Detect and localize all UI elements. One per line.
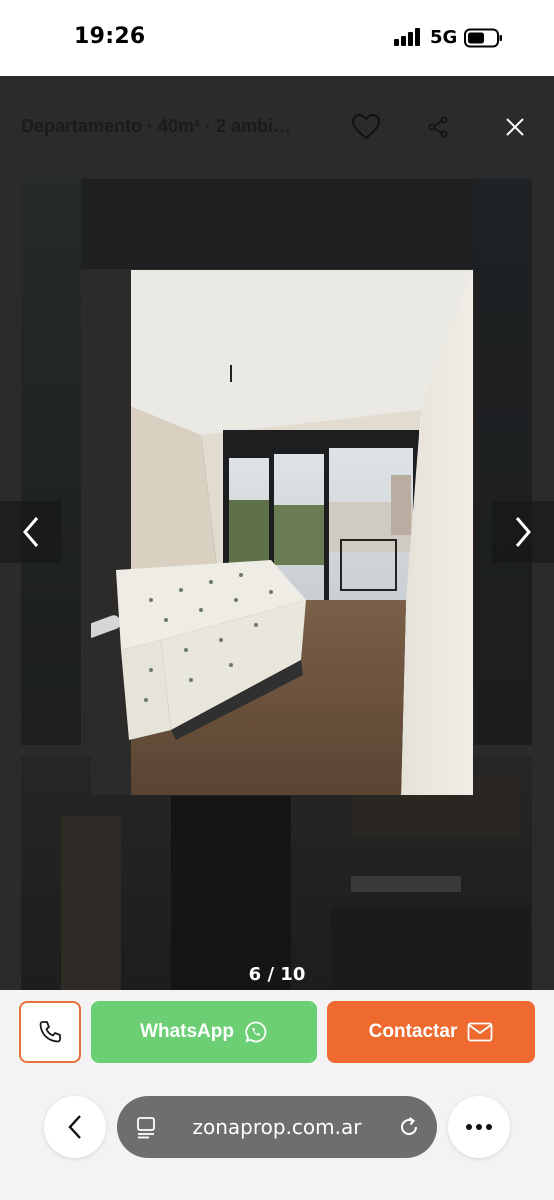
reload-icon[interactable]: [397, 1115, 421, 1139]
ellipsis-icon: [466, 1124, 492, 1130]
close-icon: [506, 118, 524, 136]
battery-icon: [464, 28, 502, 48]
url-text: zonaprop.com.ar: [192, 1115, 362, 1139]
chevron-left-icon: [68, 1115, 81, 1139]
phone-icon: [39, 1021, 61, 1043]
address-bar[interactable]: zonaprop.com.ar: [117, 1096, 437, 1158]
chevron-right-icon: [515, 517, 531, 547]
cellular-signal-icon: [394, 28, 422, 46]
whatsapp-icon: [245, 1021, 267, 1043]
whatsapp-button[interactable]: WhatsApp: [91, 1001, 317, 1063]
heart-icon: [351, 113, 381, 140]
contact-button[interactable]: Contactar: [327, 1001, 535, 1063]
more-options-button[interactable]: [448, 1096, 510, 1158]
share-button[interactable]: [421, 110, 455, 144]
previous-photo-button[interactable]: [0, 501, 62, 563]
contact-button-label: Contactar: [368, 1021, 458, 1042]
close-button[interactable]: [498, 110, 532, 144]
envelope-icon: [467, 1022, 493, 1042]
network-type: 5G: [430, 27, 458, 48]
listing-title: Departamento · 40m² · 2 ambi…: [21, 116, 292, 136]
photo-gallery: Departamento · 40m² · 2 ambi… 6 / 10: [0, 76, 554, 990]
main-listing-photo[interactable]: [81, 270, 473, 795]
call-button[interactable]: [19, 1001, 81, 1063]
gallery-header: Departamento · 40m² · 2 ambi…: [0, 76, 554, 178]
action-bar: WhatsApp Contactar zonaprop.com.ar: [0, 990, 554, 1200]
whatsapp-button-label: WhatsApp: [140, 1021, 234, 1042]
favorite-button[interactable]: [349, 110, 383, 144]
bedroom-photo: [81, 270, 473, 795]
share-icon: [428, 116, 448, 138]
previous-photo-thumbnail: [21, 179, 81, 745]
browser-back-button[interactable]: [44, 1096, 106, 1158]
next-photo-thumbnail: [474, 179, 532, 745]
next-photo-button[interactable]: [492, 501, 554, 563]
status-bar: 19:26 5G: [0, 0, 554, 76]
status-time: 19:26: [74, 24, 146, 49]
chevron-left-icon: [23, 517, 39, 547]
adjacent-photo: [81, 179, 474, 269]
photo-counter: 6 / 10: [248, 964, 306, 985]
